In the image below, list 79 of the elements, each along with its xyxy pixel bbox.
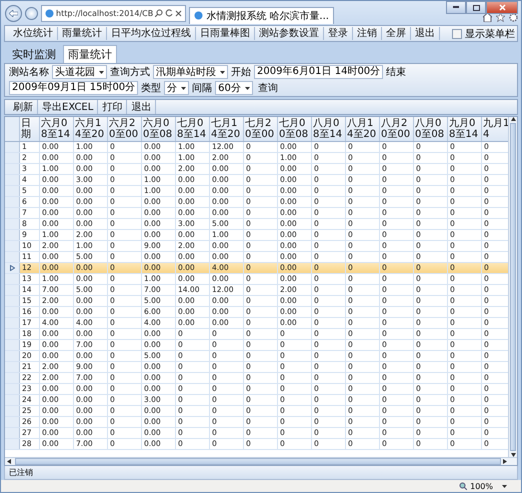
status-text: 已注销 — [4, 466, 518, 480]
back-arrow-icon — [9, 10, 18, 16]
toolbar-button[interactable]: 刷新 — [9, 100, 38, 114]
column-header[interactable]: 日期 — [20, 117, 40, 141]
browser-tab[interactable]: 水情测报系统 哈尔滨市量... — [189, 6, 334, 24]
filter-label: 测站名称 — [9, 66, 49, 79]
tab[interactable]: 实时监测 — [7, 45, 61, 63]
filter-label: 类型 — [141, 82, 162, 95]
dropdown[interactable]: 60分 — [215, 81, 253, 95]
tab-title: 水情测报系统 哈尔滨市量... — [206, 10, 329, 22]
corner-header — [5, 117, 20, 141]
caret-icon — [181, 86, 186, 90]
down-arrow-icon[interactable] — [510, 453, 516, 457]
maximize-button[interactable] — [466, 1, 486, 14]
zoom-icon — [459, 482, 468, 490]
filter-label: 查询方式 — [110, 66, 150, 79]
home-icon — [483, 12, 492, 22]
menu-item[interactable]: 登录 — [324, 27, 353, 40]
close-button[interactable] — [486, 1, 518, 14]
date-field[interactable]: 2009年09月1日 15时00分 — [9, 81, 138, 95]
star-icon — [496, 12, 505, 22]
dropdown[interactable]: 分 — [164, 81, 190, 95]
menu-item[interactable]: 水位统计 — [9, 27, 58, 40]
menu-item[interactable]: 注销 — [353, 27, 382, 40]
menu-item[interactable]: 测站参数设置 — [255, 27, 324, 40]
column-header[interactable]: 八月08至14 — [312, 117, 346, 141]
column-header[interactable]: 六月20至00 — [108, 117, 142, 141]
column-header[interactable]: 九月08至14 — [448, 117, 482, 141]
search-icon — [155, 9, 164, 17]
maximize-icon — [472, 4, 480, 10]
checkbox[interactable] — [452, 28, 462, 38]
refresh-icon — [165, 9, 174, 17]
query-button[interactable]: 查询 — [256, 81, 280, 95]
address-bar[interactable]: http://localhost:2014/CB — [41, 4, 186, 22]
dropdown[interactable]: 头道花园 — [52, 65, 107, 79]
column-header[interactable]: 八月20至00 — [380, 117, 414, 141]
column-header[interactable]: 七月20至00 — [244, 117, 278, 141]
column-header[interactable]: 六月08至14 — [40, 117, 74, 141]
settings-icon — [509, 12, 518, 22]
right-arrow-icon[interactable] — [503, 459, 507, 464]
column-header[interactable]: 六月00至08 — [142, 117, 176, 141]
vertical-scrollbar[interactable] — [508, 117, 517, 457]
filter-label: 结束 — [386, 66, 406, 79]
close-icon — [175, 10, 182, 16]
toolbar-button[interactable]: 导出EXCEL — [38, 100, 98, 114]
row-pointer-icon — [10, 265, 14, 271]
toolbar-button[interactable]: 退出 — [127, 100, 156, 114]
caret-icon — [502, 484, 507, 488]
horizontal-scrollbar[interactable] — [5, 457, 517, 465]
caret-icon — [244, 86, 250, 90]
filter-label: 开始 — [231, 66, 251, 79]
minimize-button[interactable] — [446, 1, 466, 14]
column-header[interactable]: 七月08至14 — [176, 117, 210, 141]
date-field[interactable]: 2009年6月01日 14时00分 — [254, 65, 384, 79]
up-arrow-icon[interactable] — [510, 117, 516, 121]
minimize-icon — [453, 6, 459, 9]
menu-item[interactable]: 全屏 — [382, 27, 411, 40]
column-header[interactable]: 六月14至20 — [74, 117, 108, 141]
filter-label: 间隔 — [192, 82, 212, 95]
column-header[interactable]: 七月00至08 — [278, 117, 312, 141]
menu-item[interactable]: 日平均水位过程线 — [107, 27, 196, 40]
tab[interactable]: 雨量统计 — [63, 45, 117, 63]
column-header[interactable]: 八月14至20 — [346, 117, 380, 141]
forward-button[interactable] — [25, 6, 38, 20]
close-icon — [498, 4, 506, 11]
column-header[interactable]: 八月00至08 — [414, 117, 448, 141]
zoom-level[interactable]: 100% — [470, 482, 493, 490]
left-arrow-icon[interactable] — [7, 459, 11, 464]
caret-icon — [220, 70, 225, 74]
back-button[interactable] — [5, 4, 22, 22]
menu-item[interactable]: 雨量统计 — [58, 27, 107, 40]
checkbox-label: 显示菜单栏 — [465, 28, 515, 40]
row-header[interactable] — [5, 263, 20, 273]
menu-item[interactable]: 日雨量棒图 — [196, 27, 255, 40]
column-header[interactable]: 七月14至20 — [210, 117, 244, 141]
menu-item[interactable]: 退出 — [411, 27, 440, 40]
toolbar-button[interactable]: 打印 — [98, 100, 128, 114]
dropdown[interactable]: 汛期单站时段 — [153, 65, 228, 79]
caret-icon — [99, 70, 104, 74]
